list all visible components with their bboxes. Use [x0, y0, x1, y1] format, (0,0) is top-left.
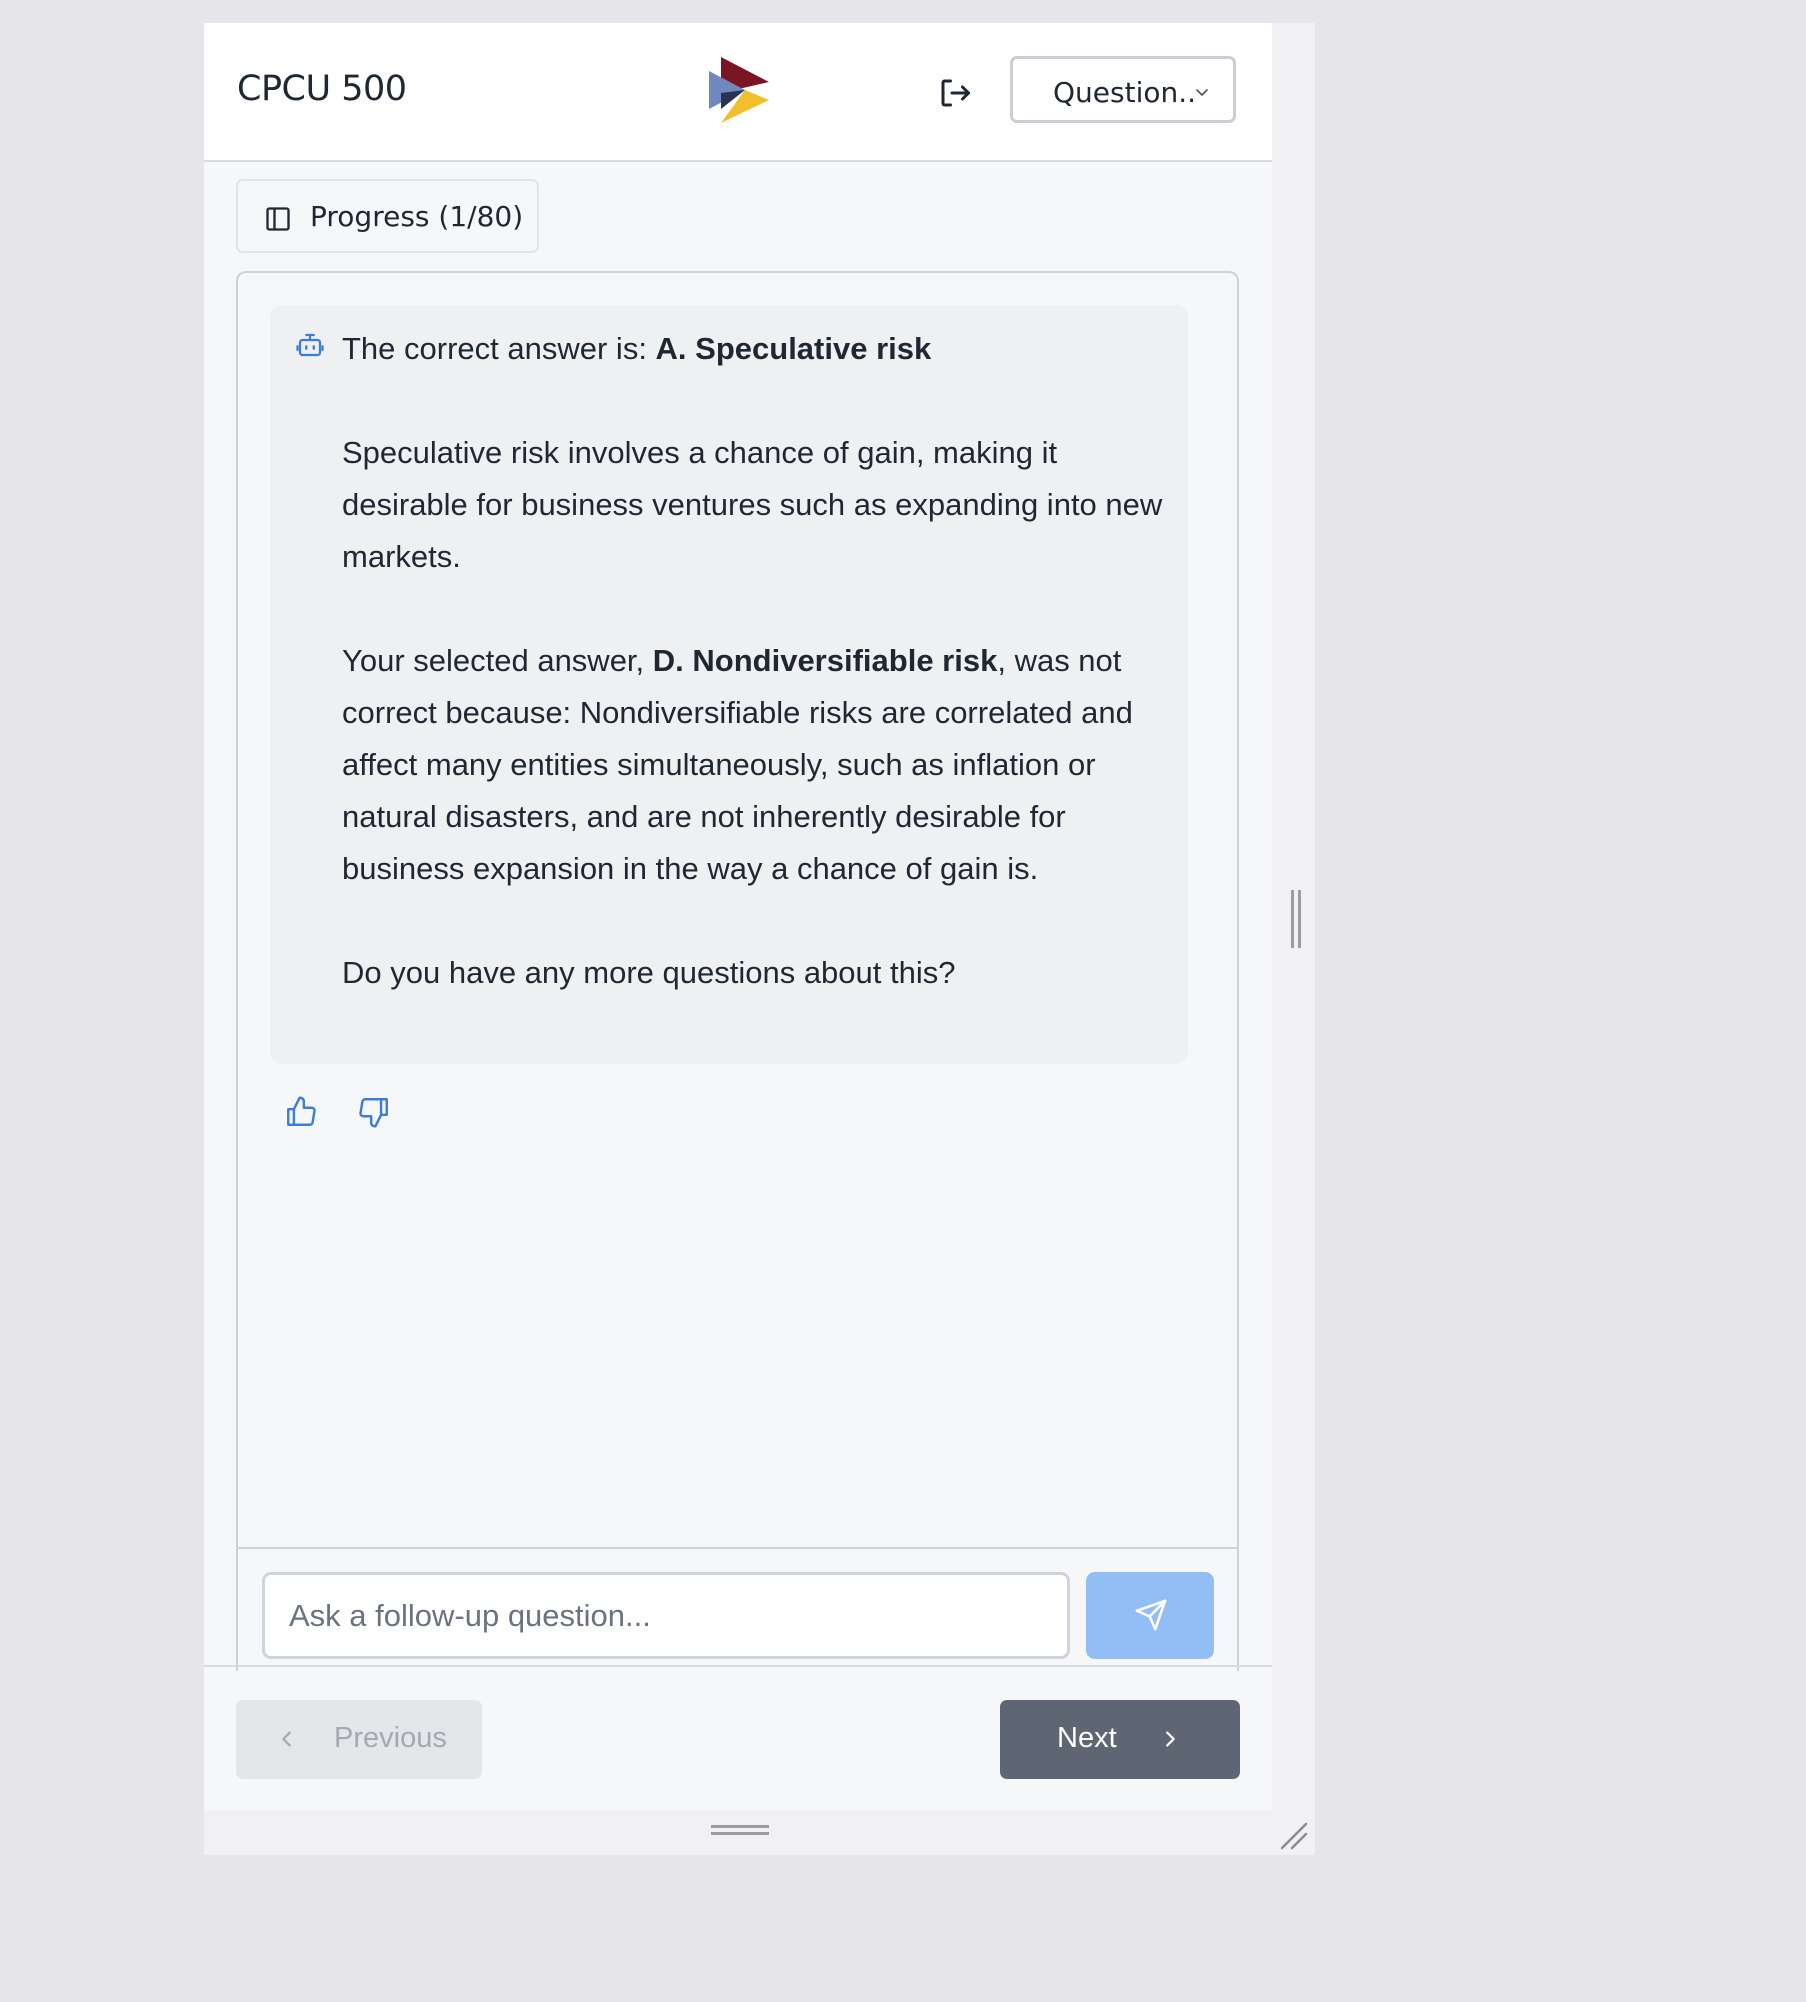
correct-answer: A. Speculative risk [655, 331, 932, 366]
corner-resize-handle[interactable] [1280, 1822, 1308, 1850]
brand-logo [709, 57, 769, 123]
assistant-message: The correct answer is: A. Speculative ri… [270, 305, 1188, 1064]
horizontal-resize-handle[interactable] [711, 1823, 769, 1837]
header-bar: CPCU 500 Question.. [204, 23, 1272, 162]
message-text: The correct answer is: A. Speculative ri… [342, 323, 1167, 999]
quiz-panel: CPCU 500 Question.. Progress (1/80) The … [204, 23, 1272, 1810]
chevron-left-icon [282, 1731, 291, 1747]
selected-prefix: Your selected answer, [342, 643, 653, 678]
message-incorrect-reason: Your selected answer, D. Nondiversifiabl… [342, 635, 1167, 895]
chevron-right-icon [1166, 1731, 1175, 1747]
robot-icon [296, 333, 324, 357]
message-explanation: Speculative risk involves a chance of ga… [342, 435, 1163, 574]
thumbs-up-icon[interactable] [284, 1095, 318, 1129]
answer-prefix: The correct answer is: [342, 331, 656, 366]
chevron-down-icon [1196, 89, 1208, 96]
chat-widget: CPCU 500 Question.. Progress (1/80) The … [204, 23, 1315, 1855]
question-dropdown[interactable]: Question.. [1010, 56, 1236, 123]
logout-icon[interactable] [937, 75, 973, 111]
question-dropdown-label: Question.. [1053, 76, 1197, 109]
thumbs-down-icon[interactable] [357, 1095, 391, 1129]
selected-answer: D. Nondiversifiable risk [652, 643, 998, 678]
chat-container: The correct answer is: A. Speculative ri… [236, 271, 1239, 1671]
incorrect-reason: , was not correct because: Nondiversifia… [342, 643, 1133, 886]
send-button[interactable] [1086, 1572, 1214, 1659]
previous-button[interactable]: Previous [236, 1700, 482, 1779]
followup-input[interactable] [262, 1572, 1070, 1659]
next-button[interactable]: Next [1000, 1700, 1240, 1779]
send-icon [1135, 1599, 1167, 1631]
progress-label: Progress (1/80) [310, 200, 524, 233]
message-answer-line: The correct answer is: A. Speculative ri… [342, 323, 1167, 375]
app-title: CPCU 500 [237, 69, 407, 109]
message-followup-prompt: Do you have any more questions about thi… [342, 955, 956, 990]
input-divider [238, 1547, 1237, 1549]
sidebar-panel-icon [266, 207, 290, 231]
footer-divider [204, 1665, 1272, 1667]
vertical-resize-handle[interactable] [1290, 890, 1302, 948]
previous-label: Previous [334, 1722, 447, 1754]
progress-button[interactable]: Progress (1/80) [236, 179, 539, 253]
next-label: Next [1057, 1722, 1117, 1754]
